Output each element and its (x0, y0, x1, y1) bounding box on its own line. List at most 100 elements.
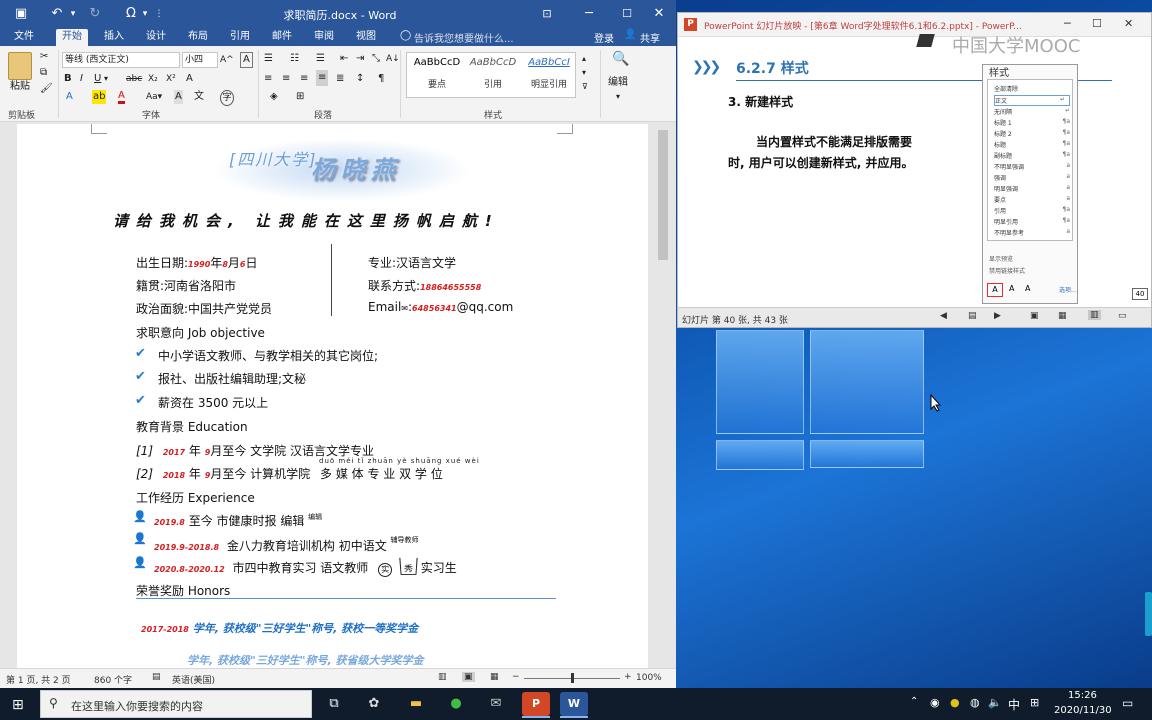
next-slide-icon[interactable]: ▶ (994, 311, 1001, 321)
paste-button[interactable]: 粘贴 (10, 80, 30, 94)
bold-icon[interactable]: B (64, 72, 72, 86)
highlight-icon[interactable]: ab (92, 90, 107, 104)
grow-font-icon[interactable]: A^ (220, 53, 234, 67)
multilevel-list-icon[interactable]: ☰ (316, 52, 325, 66)
zoom-slider-thumb[interactable] (571, 673, 574, 683)
editing-button[interactable]: 编辑 (608, 76, 628, 90)
show-marks-icon[interactable]: ¶ (378, 72, 384, 86)
speaker-icon[interactable]: 🔈 (988, 696, 1002, 709)
superscript-icon[interactable]: X² (166, 72, 176, 86)
underline-icon[interactable]: U (94, 72, 101, 86)
task-view-icon[interactable]: ⧉ (320, 692, 348, 716)
word-taskbar-icon[interactable]: W (560, 692, 588, 716)
decrease-indent-icon[interactable]: ⇤ (340, 52, 348, 66)
style-intense-quote[interactable]: AaBbCcI 明显引用 (521, 57, 577, 90)
slideshow-icon[interactable]: ▭ (1118, 311, 1127, 321)
share-button[interactable]: 共享 (640, 30, 660, 45)
ime-indicator[interactable]: 中 (1008, 696, 1020, 713)
save-icon[interactable]: ▣ (12, 5, 30, 23)
slide-sorter-icon[interactable]: ▦ (1058, 311, 1067, 321)
close-icon[interactable]: ✕ (1124, 17, 1133, 30)
distributed-icon[interactable]: ≣ (336, 72, 344, 86)
tab-home[interactable]: 开始 (56, 29, 88, 46)
tab-design[interactable]: 设计 (140, 29, 172, 46)
sort-icon[interactable]: A↓ (386, 52, 400, 66)
phonetic-guide-icon[interactable]: 文 (194, 90, 204, 104)
underline-dropdown-icon[interactable]: ▾ (104, 72, 108, 86)
clear-format-icon[interactable]: A (240, 52, 253, 68)
undo-dropdown-icon[interactable]: ▾ (64, 5, 82, 23)
maximize-icon[interactable]: ☐ (618, 5, 636, 23)
italic-icon[interactable]: I (80, 72, 83, 86)
font-name-combo[interactable]: 等线 (西文正文) (62, 52, 180, 68)
redo-icon[interactable]: ↻ (86, 5, 104, 23)
file-explorer-icon[interactable]: ▬ (402, 692, 430, 716)
bullets-icon[interactable]: ☰ (264, 52, 273, 66)
word-count[interactable]: 860 个字 (94, 673, 132, 686)
borders-icon[interactable]: ⊞ (296, 90, 304, 104)
styles-scroll-down-icon[interactable]: ▾ (582, 66, 586, 80)
print-layout-icon[interactable]: ▣ (462, 672, 475, 682)
tray-app-icon[interactable]: ◉ (930, 696, 940, 709)
ribbon-display-icon[interactable]: ⊡ (538, 5, 556, 23)
proofing-icon[interactable]: ▤ (152, 672, 161, 682)
line-spacing-icon[interactable]: ↕ (356, 72, 364, 86)
close-icon[interactable]: ✕ (650, 5, 668, 23)
read-mode-icon[interactable]: ▥ (438, 672, 447, 682)
tab-review[interactable]: 审阅 (308, 29, 340, 46)
language[interactable]: 英语(美国) (172, 673, 215, 686)
login-link[interactable]: 登录 (594, 30, 614, 45)
side-scroll-handle[interactable] (1145, 592, 1152, 636)
zoom-out-icon[interactable]: − (512, 672, 520, 682)
zoom-in-icon[interactable]: + (624, 672, 632, 682)
maximize-icon[interactable]: ☐ (1092, 17, 1102, 30)
cut-icon[interactable]: ✂ (40, 50, 48, 64)
styles-scroll-up-icon[interactable]: ▴ (582, 52, 586, 66)
previous-slide-icon[interactable]: ◀ (940, 311, 947, 321)
style-quote[interactable]: AaBbCcD 引用 (465, 57, 521, 90)
align-left-icon[interactable]: ≡ (264, 72, 272, 86)
notifications-icon[interactable]: ▭ (1122, 696, 1133, 710)
tray-app-icon[interactable]: ● (950, 696, 960, 709)
document-scrollbar[interactable] (650, 124, 676, 668)
web-layout-icon[interactable]: ▦ (490, 672, 499, 682)
paste-icon[interactable] (8, 52, 32, 80)
text-effect-icon[interactable]: A (186, 72, 193, 86)
align-center-icon[interactable]: ≡ (282, 72, 290, 86)
editing-dropdown-icon[interactable]: ▾ (616, 90, 620, 104)
text-effects-icon[interactable]: A (66, 90, 73, 104)
document-page[interactable]: [四川大学] 杨晓燕 请给我机会, 让我能在这里扬帆启航! 出生日期:1990年… (17, 124, 648, 668)
clock-time[interactable]: 15:26 (1068, 690, 1097, 701)
show-hidden-icons[interactable]: ⌃ (910, 696, 918, 707)
zoom-level[interactable]: 100% (636, 673, 662, 683)
normal-view-icon[interactable]: ▣ (1030, 311, 1039, 321)
font-size-combo[interactable]: 小四 (182, 52, 218, 68)
tab-mailings[interactable]: 邮件 (266, 29, 298, 46)
app-icon-pinwheel[interactable]: ✿ (360, 692, 388, 716)
ime-mode-icon[interactable]: ⊞ (1030, 696, 1039, 709)
clock-date[interactable]: 2020/11/30 (1054, 705, 1112, 716)
change-case-icon[interactable]: Aa▾ (146, 90, 162, 104)
increase-indent-icon[interactable]: ⇥ (356, 52, 364, 66)
slide[interactable]: 中国大学MOOC ❯❯❯ 6.2.7 样式 3. 新建样式 当内置样式不能满足排… (678, 34, 1151, 306)
styles-more-icon[interactable]: ⊽ (582, 80, 588, 94)
strikethrough-icon[interactable]: abc (126, 72, 142, 86)
chinese-layout-icon[interactable]: ⤡ (372, 52, 380, 66)
scrollbar-thumb[interactable] (658, 130, 668, 260)
align-right-icon[interactable]: ≡ (300, 72, 308, 86)
powerpoint-taskbar-icon[interactable]: P (522, 692, 550, 716)
enclose-char-icon[interactable]: 字 (220, 90, 234, 106)
minimize-icon[interactable]: ─ (580, 5, 598, 23)
tab-file[interactable]: 文件 (8, 29, 40, 46)
subscript-icon[interactable]: X₂ (148, 72, 158, 86)
numbering-icon[interactable]: ☷ (290, 52, 299, 66)
app-icon-mail[interactable]: ✉ (482, 692, 510, 716)
windows-start-icon[interactable]: ⊞ (12, 697, 24, 713)
char-shading-icon[interactable]: A (174, 90, 183, 104)
app-icon-green[interactable]: ● (442, 692, 470, 716)
network-icon[interactable]: ◍ (970, 696, 980, 709)
tab-references[interactable]: 引用 (224, 29, 256, 46)
tell-me-box[interactable]: 告诉我您想要做什么... (414, 30, 514, 45)
format-painter-icon[interactable]: 🖌 (40, 82, 53, 96)
page-count[interactable]: 第 1 页, 共 2 页 (6, 673, 71, 686)
